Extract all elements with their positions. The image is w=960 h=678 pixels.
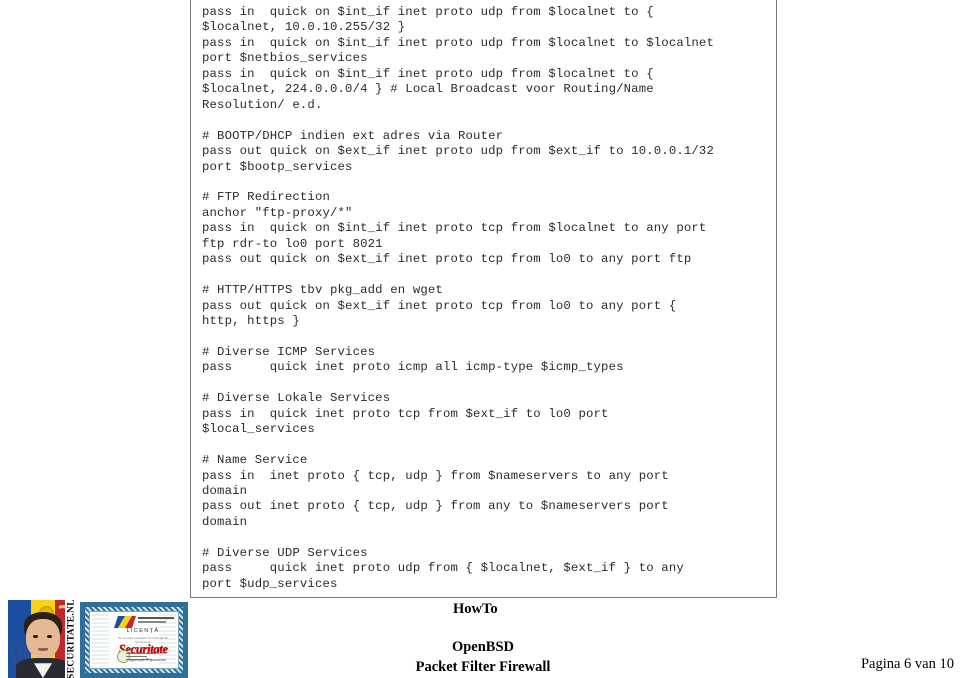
code-line: # BOOTP/DHCP indien ext adres via Router bbox=[202, 128, 504, 143]
certificate-flag-icon bbox=[114, 616, 136, 628]
footer-title-line-2: Packet Filter Firewall bbox=[415, 659, 551, 675]
code-line: port $netbios_services bbox=[202, 51, 368, 66]
code-line: pass in quick on $int_if inet proto tcp … bbox=[202, 221, 707, 236]
certificate-image: LICENȚĂ Se acordă prezenta licență de IT… bbox=[80, 602, 188, 678]
code-line: # Name Service bbox=[202, 453, 308, 468]
page-footer: SECURITATE.NL LICENȚĂ Se acordă prezenta… bbox=[0, 598, 960, 678]
code-line: # Diverse Lokale Services bbox=[202, 391, 391, 406]
code-line: pass quick inet proto udp from { $localn… bbox=[202, 561, 684, 576]
code-line: pass in quick on $int_if inet proto udp … bbox=[202, 66, 654, 81]
certificate-header-rule-1 bbox=[138, 617, 174, 619]
code-line: domain bbox=[202, 514, 248, 529]
code-line: port $bootp_services bbox=[202, 159, 353, 174]
code-line: pass out quick on $ext_if inet proto tcp… bbox=[202, 252, 692, 267]
certificate-licenta-label: LICENȚĂ bbox=[126, 628, 160, 634]
code-line: http, https } bbox=[202, 314, 300, 329]
code-line: port $udp_services bbox=[202, 576, 338, 591]
code-line: pass quick inet proto icmp all icmp-type… bbox=[202, 360, 624, 375]
code-line: Resolution/ e.d. bbox=[202, 97, 323, 112]
portrait-vertical-watermark: SECURITATE.NL bbox=[65, 600, 78, 678]
code-line: $localnet, 10.0.10.255/32 } bbox=[202, 20, 406, 35]
code-line: anchor "ftp-proxy/*" bbox=[202, 205, 353, 220]
certificate-column-left bbox=[92, 614, 109, 666]
footer-howto-label: HowTo bbox=[453, 601, 498, 617]
certificate-signature-lines bbox=[126, 653, 156, 662]
code-line: pass out quick on $ext_if inet proto tcp… bbox=[202, 298, 677, 313]
code-line: # FTP Redirection bbox=[202, 190, 330, 205]
page-number: Pagina 6 van 10 bbox=[860, 656, 954, 672]
code-line: pass in quick on $int_if inet proto udp … bbox=[202, 5, 654, 19]
code-line: domain bbox=[202, 483, 248, 498]
certificate-inner: LICENȚĂ Se acordă prezenta licență de IT… bbox=[89, 611, 179, 669]
portrait-face bbox=[25, 618, 60, 658]
code-line: # Diverse UDP Services bbox=[202, 545, 368, 560]
footer-title-line-1: OpenBSD bbox=[451, 639, 515, 655]
portrait-image: SECURITATE.NL bbox=[8, 600, 78, 678]
code-line: $localnet, 224.0.0.0/4 } # Local Broadca… bbox=[202, 82, 654, 97]
code-line: pass out inet proto { tcp, udp } from an… bbox=[202, 499, 669, 514]
code-line: $local_services bbox=[202, 422, 315, 437]
certificate-header-rule-2 bbox=[138, 621, 166, 623]
code-line: ftp rdr-to lo0 port 8021 bbox=[202, 236, 383, 251]
code-line: # HTTP/HTTPS tbv pkg_add en wget bbox=[202, 283, 443, 298]
footer-document-title: OpenBSD Packet Filter Firewall bbox=[385, 637, 581, 677]
portrait-figure-person bbox=[16, 611, 70, 678]
code-block-content: pass in quick on $int_if inet proto udp … bbox=[191, 0, 776, 592]
code-line: pass in quick inet proto tcp from $ext_i… bbox=[202, 406, 609, 421]
code-line: pass in quick on $int_if inet proto udp … bbox=[202, 35, 714, 50]
code-line: pass out quick on $ext_if inet proto udp… bbox=[202, 144, 714, 159]
code-line: pass in inet proto { tcp, udp } from $na… bbox=[202, 468, 669, 483]
code-line: # Diverse ICMP Services bbox=[202, 344, 376, 359]
code-block: pass in quick on $int_if inet proto udp … bbox=[190, 0, 777, 598]
